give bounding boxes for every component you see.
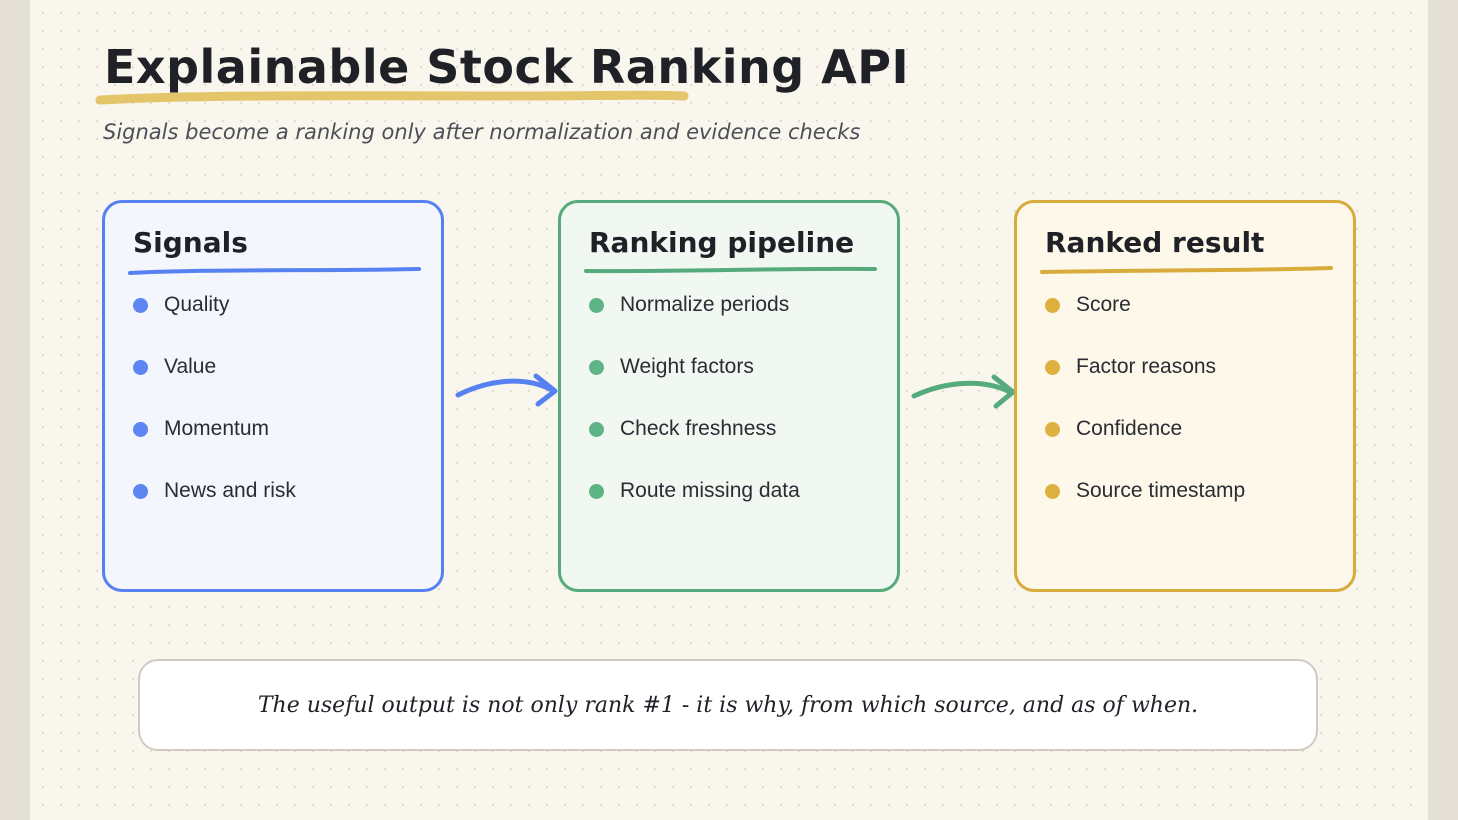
title-underline [95, 90, 689, 105]
bullet-dot-icon [133, 422, 148, 437]
item-label: Score [1076, 293, 1131, 316]
page-subtitle: Signals become a ranking only after norm… [103, 120, 861, 144]
card-underline [584, 266, 877, 274]
signals-list: Quality Value Momentum News and risk [133, 289, 296, 537]
list-item: Quality [133, 289, 296, 351]
bullet-dot-icon [1045, 298, 1060, 313]
arrow-right-icon [911, 374, 1016, 409]
callout-box: The useful output is not only rank #1 - … [138, 659, 1318, 751]
list-item: Momentum [133, 413, 296, 475]
item-label: Momentum [164, 417, 270, 440]
bullet-dot-icon [1045, 422, 1060, 437]
item-label: Weight factors [620, 355, 754, 378]
list-item: Confidence [1045, 413, 1245, 475]
pipeline-list: Normalize periods Weight factors Check f… [589, 289, 800, 537]
bullet-dot-icon [1045, 484, 1060, 499]
list-item: Route missing data [589, 475, 800, 537]
list-item: Check freshness [589, 413, 800, 475]
item-label: Confidence [1076, 417, 1183, 440]
result-card: Ranked result Score Factor reasons Confi… [1014, 200, 1356, 592]
bullet-dot-icon [1045, 360, 1060, 375]
list-item: News and risk [133, 475, 296, 537]
bullet-dot-icon [133, 484, 148, 499]
card-title: Ranking pipeline [589, 226, 855, 259]
item-label: News and risk [164, 479, 296, 502]
list-item: Source timestamp [1045, 475, 1245, 537]
item-label: Check freshness [620, 417, 777, 440]
item-label: Route missing data [620, 479, 800, 502]
bullet-dot-icon [589, 422, 604, 437]
bullet-dot-icon [133, 360, 148, 375]
list-item: Value [133, 351, 296, 413]
canvas: Explainable Stock Ranking API Signals be… [30, 0, 1428, 820]
bullet-dot-icon [589, 484, 604, 499]
pipeline-card: Ranking pipeline Normalize periods Weigh… [558, 200, 900, 592]
card-title: Signals [133, 226, 248, 259]
bullet-dot-icon [589, 360, 604, 375]
item-label: Quality [164, 293, 230, 316]
list-item: Normalize periods [589, 289, 800, 351]
card-underline [128, 267, 421, 275]
signals-card: Signals Quality Value Momentum News and … [102, 200, 444, 592]
list-item: Factor reasons [1045, 351, 1245, 413]
bullet-dot-icon [589, 298, 604, 313]
list-item: Score [1045, 289, 1245, 351]
result-list: Score Factor reasons Confidence Source t… [1045, 289, 1245, 537]
item-label: Factor reasons [1076, 355, 1217, 378]
card-underline [1040, 266, 1333, 274]
card-title: Ranked result [1045, 226, 1265, 259]
arrow-right-icon [455, 373, 558, 407]
item-label: Source timestamp [1076, 479, 1246, 502]
item-label: Value [164, 355, 217, 378]
list-item: Weight factors [589, 351, 800, 413]
item-label: Normalize periods [620, 293, 790, 316]
callout-text: The useful output is not only rank #1 - … [257, 692, 1199, 718]
bullet-dot-icon [133, 298, 148, 313]
